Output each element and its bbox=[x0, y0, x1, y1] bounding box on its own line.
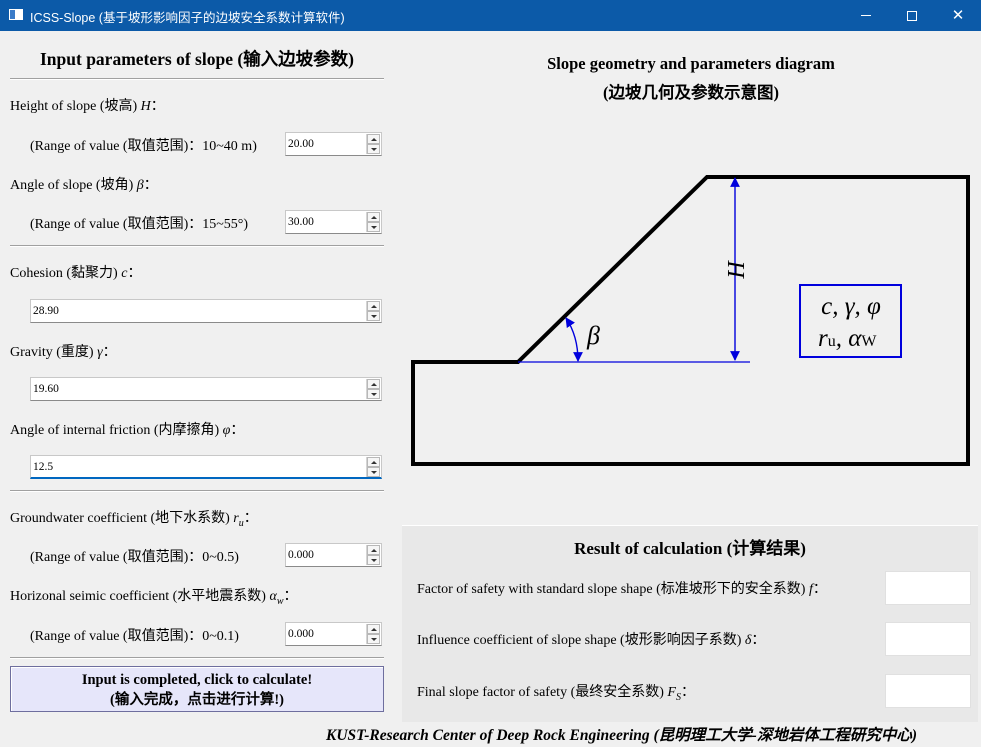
height-symbol-label: H bbox=[724, 260, 750, 280]
final-fs-label: Final slope factor of safety (最终安全系数) FS… bbox=[417, 685, 695, 703]
params-line1: c, γ, φ bbox=[821, 293, 881, 320]
angle-symbol-label: β bbox=[586, 321, 600, 350]
angle-arc-arrow bbox=[565, 317, 583, 362]
fs-standard-output bbox=[885, 571, 971, 605]
influence-output bbox=[885, 622, 971, 656]
slope-outline bbox=[411, 175, 970, 466]
result-heading: Result of calculation (计算结果) bbox=[574, 539, 806, 558]
params-line2: ru, αW bbox=[818, 325, 877, 352]
fs-standard-label: Factor of safety with standard slope sha… bbox=[417, 582, 827, 597]
footer-credit: KUST-Research Center of Deep Rock Engine… bbox=[326, 727, 917, 744]
influence-label: Influence coefficient of slope shape (坡形… bbox=[417, 633, 766, 648]
final-fs-output bbox=[885, 674, 971, 708]
